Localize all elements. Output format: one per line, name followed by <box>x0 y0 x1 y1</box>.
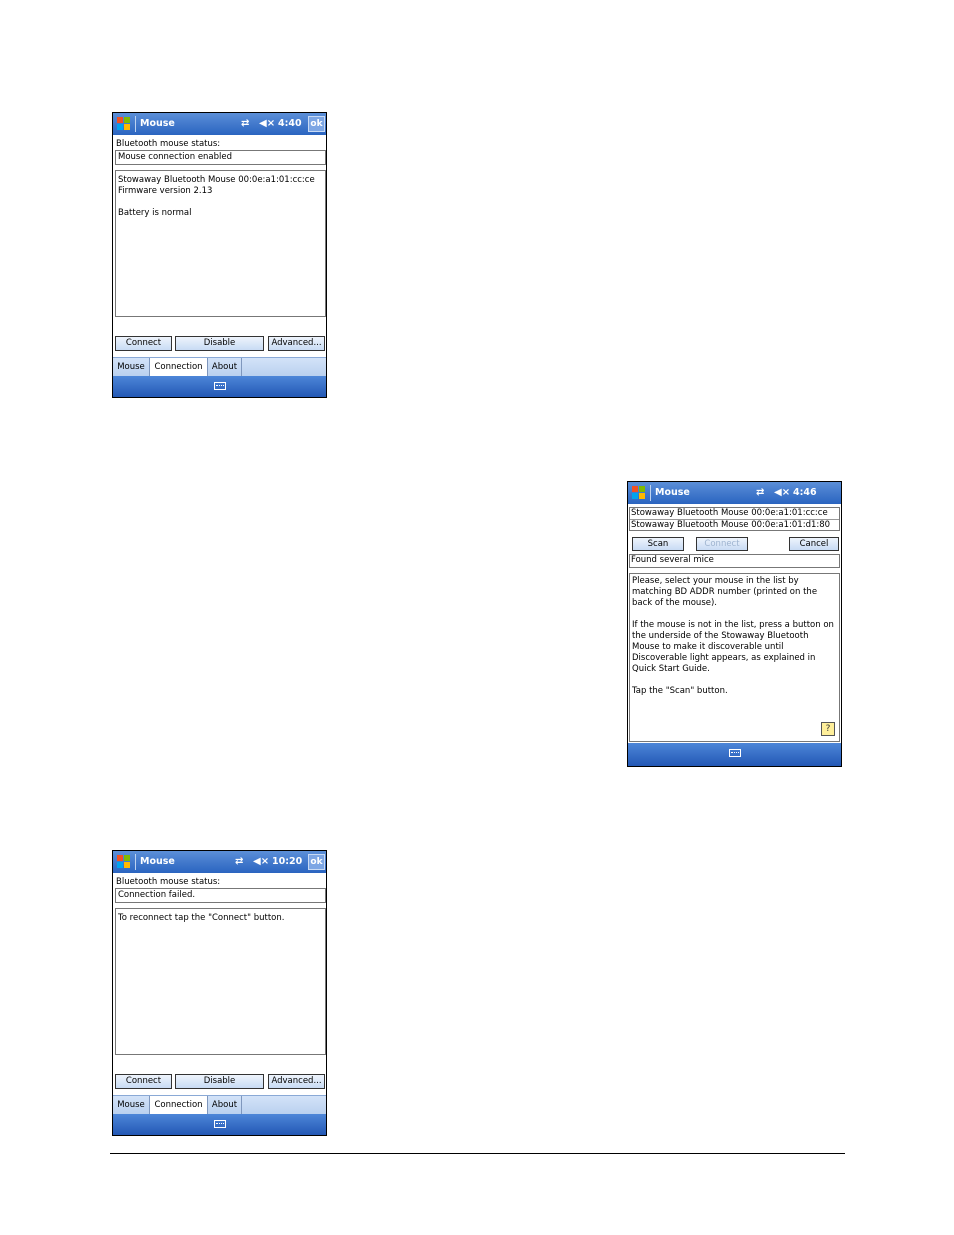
keyboard-icon[interactable] <box>729 749 741 757</box>
title-bar: Mouse ⇄ ◀× 10:20 ok <box>113 851 326 873</box>
windows-start-icon[interactable] <box>116 116 132 132</box>
tab-about[interactable]: About <box>208 358 242 377</box>
clock[interactable]: 4:46 <box>793 487 817 498</box>
speaker-muted-icon[interactable]: ◀× <box>774 487 790 499</box>
battery-status: Battery is normal <box>118 208 192 218</box>
device-name: Stowaway Bluetooth Mouse 00:0e:a1:01:cc:… <box>118 175 315 185</box>
device-info-area: Stowaway Bluetooth Mouse 00:0e:a1:01:cc:… <box>115 170 326 317</box>
list-item[interactable]: Stowaway Bluetooth Mouse 00:0e:a1:01:d1:… <box>630 520 839 531</box>
help-icon[interactable]: ? <box>821 722 835 736</box>
tab-about[interactable]: About <box>208 1096 242 1115</box>
tab-bar: Mouse Connection About <box>113 357 326 378</box>
menu-bar <box>628 743 841 766</box>
connectivity-icon[interactable]: ⇄ <box>756 487 764 499</box>
speaker-muted-icon[interactable]: ◀× <box>253 856 269 868</box>
tab-connection[interactable]: Connection <box>150 358 208 377</box>
title-bar: Mouse ⇄ ◀× 4:46 <box>628 482 841 504</box>
reconnect-hint: To reconnect tap the "Connect" button. <box>118 913 285 923</box>
windows-start-icon[interactable] <box>116 854 132 870</box>
cancel-button[interactable]: Cancel <box>789 537 839 551</box>
screenshot-mouse-enabled: Mouse ⇄ ◀× 4:40 ok Bluetooth mouse statu… <box>112 112 327 398</box>
connectivity-icon[interactable]: ⇄ <box>241 118 249 130</box>
status-field: Mouse connection enabled <box>115 150 326 165</box>
ok-button[interactable]: ok <box>308 116 325 132</box>
title-bar: Mouse ⇄ ◀× 4:40 ok <box>113 113 326 135</box>
connect-button[interactable]: Connect <box>115 1074 172 1089</box>
list-item[interactable]: Stowaway Bluetooth Mouse 00:0e:a1:01:cc:… <box>630 508 839 520</box>
menu-bar <box>113 1114 326 1135</box>
connect-button[interactable]: Connect <box>696 537 748 551</box>
help-paragraph: If the mouse is not in the list, press a… <box>632 620 834 674</box>
status-label: Bluetooth mouse status: <box>116 139 221 149</box>
status-field: Connection failed. <box>115 888 326 903</box>
tab-connection[interactable]: Connection <box>150 1096 208 1115</box>
status-label: Bluetooth mouse status: <box>116 877 221 887</box>
keyboard-icon[interactable] <box>214 1120 226 1128</box>
screenshot-found-mice: Mouse ⇄ ◀× 4:46 Stowaway Bluetooth Mouse… <box>627 481 842 767</box>
ok-button[interactable]: ok <box>308 854 325 870</box>
connect-button[interactable]: Connect <box>115 336 172 351</box>
firmware-version: Firmware version 2.13 <box>118 186 213 196</box>
status-field: Found several mice <box>629 554 840 568</box>
help-text-area: Please, select your mouse in the list by… <box>629 573 840 742</box>
disable-button[interactable]: Disable <box>175 336 264 351</box>
keyboard-icon[interactable] <box>214 382 226 390</box>
tab-mouse[interactable]: Mouse <box>113 1096 150 1115</box>
mouse-list: Stowaway Bluetooth Mouse 00:0e:a1:01:cc:… <box>629 507 840 531</box>
speaker-muted-icon[interactable]: ◀× <box>259 118 275 130</box>
advanced-button[interactable]: Advanced... <box>268 336 325 351</box>
connectivity-icon[interactable]: ⇄ <box>235 856 243 868</box>
window-title: Mouse <box>655 487 690 498</box>
menu-bar <box>113 376 326 397</box>
tab-bar: Mouse Connection About <box>113 1095 326 1116</box>
clock[interactable]: 4:40 <box>278 118 302 129</box>
windows-start-icon[interactable] <box>631 485 647 501</box>
page-divider <box>110 1153 845 1154</box>
help-paragraph: Please, select your mouse in the list by… <box>632 576 818 608</box>
clock[interactable]: 10:20 <box>272 856 302 867</box>
window-title: Mouse <box>140 118 175 129</box>
info-area: To reconnect tap the "Connect" button. <box>115 908 326 1055</box>
tab-mouse[interactable]: Mouse <box>113 358 150 377</box>
disable-button[interactable]: Disable <box>175 1074 264 1089</box>
advanced-button[interactable]: Advanced... <box>268 1074 325 1089</box>
scan-button[interactable]: Scan <box>632 537 684 551</box>
window-title: Mouse <box>140 856 175 867</box>
help-paragraph: Tap the "Scan" button. <box>632 686 728 696</box>
screenshot-connection-failed: Mouse ⇄ ◀× 10:20 ok Bluetooth mouse stat… <box>112 850 327 1136</box>
